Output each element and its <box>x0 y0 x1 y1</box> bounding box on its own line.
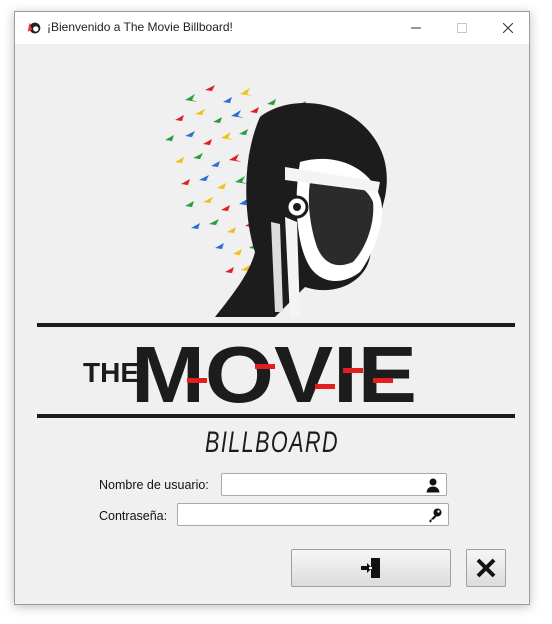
maximize-button[interactable] <box>439 12 485 44</box>
close-window-button[interactable] <box>485 12 531 44</box>
sign-in-icon <box>361 558 380 578</box>
maximize-icon <box>457 23 467 33</box>
username-field[interactable] <box>221 473 447 496</box>
minimize-button[interactable] <box>393 12 439 44</box>
key-icon <box>429 508 442 523</box>
logo-billboard-text: BILLBOARD <box>205 426 339 459</box>
username-label: Nombre de usuario: <box>99 478 209 492</box>
login-button[interactable] <box>291 549 451 587</box>
password-input[interactable] <box>182 506 424 525</box>
logo-movie-text: MOVIE <box>131 330 417 419</box>
logo-top-line <box>37 323 515 327</box>
minimize-icon <box>411 27 421 29</box>
username-input[interactable] <box>226 476 422 495</box>
exit-button[interactable] <box>466 549 506 587</box>
movie-billboard-logo: THE MOVIE BILLBOARD <box>37 85 515 459</box>
close-icon <box>503 23 513 33</box>
user-icon <box>426 478 440 493</box>
chief-head-illustration <box>215 103 387 317</box>
password-field[interactable] <box>177 503 449 526</box>
window-title: ¡Bienvenido a The Movie Billboard! <box>47 20 233 34</box>
app-icon <box>27 22 41 34</box>
password-label: Contraseña: <box>99 509 168 523</box>
login-window: ¡Bienvenido a The Movie Billboard! THE M… <box>14 11 530 605</box>
title-bar: ¡Bienvenido a The Movie Billboard! <box>15 12 529 44</box>
close-x-icon <box>476 558 496 578</box>
